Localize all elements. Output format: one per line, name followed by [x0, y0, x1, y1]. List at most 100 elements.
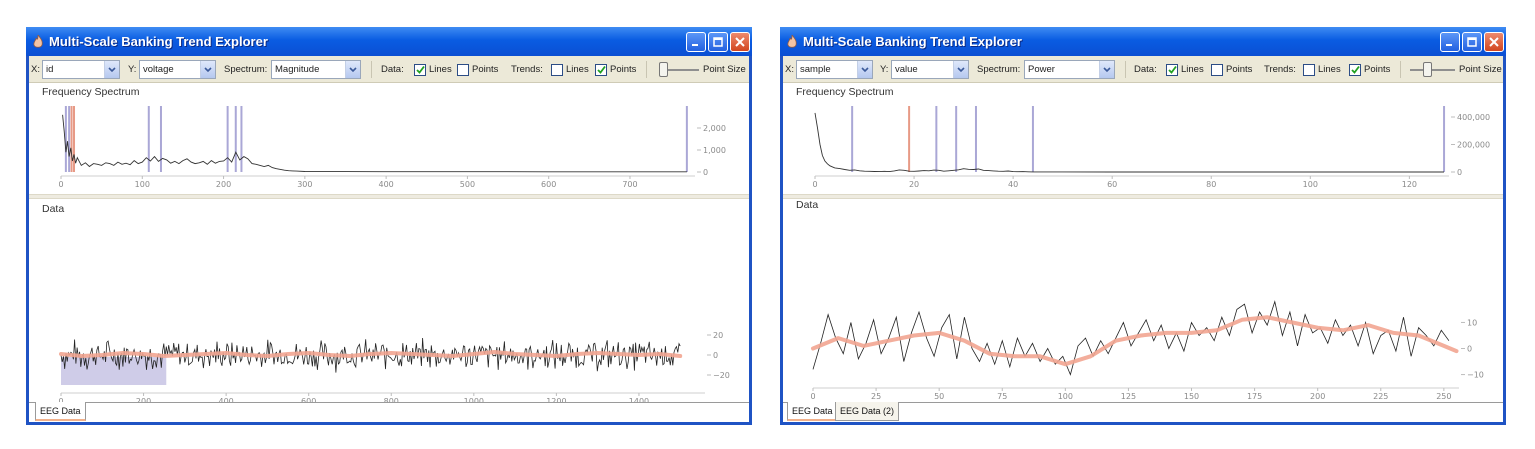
- y-tick-label: 1,000: [703, 146, 726, 155]
- close-icon: [735, 36, 745, 47]
- y-tick-label: 20: [713, 331, 723, 340]
- minimize-button[interactable]: [686, 31, 706, 52]
- chevron-down-icon: [345, 61, 360, 78]
- x-tick-label: 40: [1008, 180, 1018, 189]
- frequency-spectrum-chart[interactable]: 0 100 200 300 400 500 600 700 2,000 1,000 0: [29, 100, 749, 194]
- data-points-checkbox[interactable]: Points: [457, 56, 498, 83]
- close-icon: [1489, 36, 1499, 47]
- app-window-2: Multi-Scale Banking Trend Explorer X: sa…: [780, 27, 1506, 425]
- chevron-down-icon: [200, 61, 215, 78]
- x-tick-label: 20: [909, 180, 919, 189]
- tab-eeg-data-2[interactable]: EEG Data (2): [835, 402, 900, 421]
- toolbar: X: sample Y: value Spectrum: Power Data:…: [783, 56, 1503, 83]
- x-tick-label: 200: [216, 180, 231, 189]
- trends-lines-checkbox[interactable]: Lines: [1303, 56, 1341, 83]
- panel-divider[interactable]: [29, 194, 749, 199]
- x-tick-label: 400: [378, 180, 393, 189]
- x-tick-label: 175: [1247, 392, 1262, 401]
- toolbar-separator: [1400, 61, 1401, 78]
- data-chart[interactable]: 0 25 50 75 100 125 150 175 200 225 250100−10: [783, 213, 1503, 402]
- x-tick-label: 60: [1107, 180, 1117, 189]
- point-size-slider-track[interactable]: [1410, 69, 1455, 71]
- maximize-icon: [1467, 36, 1477, 47]
- x-tick-label: 80: [1206, 180, 1216, 189]
- minimize-icon: [1446, 43, 1452, 46]
- title-bar[interactable]: Multi-Scale Banking Trend Explorer: [780, 27, 1506, 56]
- tab-eeg-data[interactable]: EEG Data: [35, 402, 86, 421]
- y-axis-select[interactable]: value: [891, 60, 969, 79]
- point-size-label: Point Size: [703, 64, 746, 75]
- window-title: Multi-Scale Banking Trend Explorer: [49, 34, 268, 49]
- checkbox-unchecked-icon: [1303, 63, 1315, 76]
- frequency-spectrum-chart[interactable]: 0 20 40 60 80 100 120 400,000 200,000 0: [783, 100, 1503, 194]
- x-tick-label: 50: [934, 392, 944, 401]
- y-tick-label: −20: [713, 371, 730, 380]
- x-tick-label: 300: [297, 180, 312, 189]
- maximize-button[interactable]: [708, 31, 728, 52]
- window-title: Multi-Scale Banking Trend Explorer: [803, 34, 1022, 49]
- maximize-button[interactable]: [1462, 31, 1482, 52]
- x-tick-label: 0: [58, 180, 63, 189]
- data-label: Data:: [381, 64, 404, 75]
- data-lines-label: Lines: [1181, 64, 1204, 75]
- maximize-icon: [713, 36, 723, 47]
- trends-points-checkbox[interactable]: Points: [595, 56, 636, 83]
- x-axis-select[interactable]: id: [42, 60, 120, 79]
- data-lines-checkbox[interactable]: Lines: [1166, 56, 1204, 83]
- minimize-button[interactable]: [1440, 31, 1460, 52]
- trends-label: Trends:: [511, 64, 543, 75]
- app-flame-icon: [787, 34, 797, 48]
- close-button[interactable]: [730, 31, 750, 52]
- close-button[interactable]: [1484, 31, 1504, 52]
- app-flame-icon: [33, 34, 43, 48]
- y-axis-value: voltage: [143, 64, 174, 75]
- data-panel-label: Data: [796, 199, 819, 211]
- spectrum-select[interactable]: Power: [1024, 60, 1115, 79]
- app-window-1: Multi-Scale Banking Trend Explorer X: id…: [26, 27, 752, 425]
- y-axis-label: Y:: [128, 64, 137, 75]
- chevron-down-icon: [104, 61, 119, 78]
- y-tick-label: 2,000: [703, 124, 726, 133]
- y-tick-label: 400,000: [1457, 113, 1490, 122]
- data-label: Data:: [1134, 64, 1157, 75]
- x-tick-label: 500: [460, 180, 475, 189]
- trends-lines-checkbox[interactable]: Lines: [551, 56, 589, 83]
- checkbox-unchecked-icon: [1211, 63, 1223, 76]
- data-points-label: Points: [1226, 64, 1253, 75]
- x-tick-label: 225: [1373, 392, 1388, 401]
- x-tick-label: 200: [1310, 392, 1325, 401]
- x-tick-label: 250: [1436, 392, 1451, 401]
- panel-divider[interactable]: [783, 194, 1503, 199]
- trends-points-label: Points: [1364, 64, 1391, 75]
- data-chart[interactable]: 0 200 400 600 800 1000 1200 1400200−20: [29, 217, 749, 402]
- title-bar[interactable]: Multi-Scale Banking Trend Explorer: [26, 27, 752, 56]
- y-axis-select[interactable]: voltage: [139, 60, 216, 79]
- trends-lines-label: Lines: [1318, 64, 1341, 75]
- data-lines-checkbox[interactable]: Lines: [414, 56, 452, 83]
- x-axis-label: X:: [31, 64, 40, 75]
- x-tick-label: 700: [622, 180, 637, 189]
- frequency-spectrum-label: Frequency Spectrum: [796, 86, 894, 98]
- tab-eeg-data[interactable]: EEG Data: [787, 402, 838, 421]
- spectrum-select[interactable]: Magnitude: [271, 60, 361, 79]
- trend-points-line: [59, 350, 683, 358]
- toolbar: X: id Y: voltage Spectrum: Magnitude Dat…: [29, 56, 749, 83]
- point-size-label: Point Size: [1459, 64, 1502, 75]
- point-size-slider-thumb[interactable]: [1422, 62, 1432, 77]
- x-tick-label: 0: [812, 180, 817, 189]
- point-size-slider-thumb[interactable]: [659, 62, 668, 77]
- y-tick-label: 0: [703, 168, 708, 177]
- data-points-checkbox[interactable]: Points: [1211, 56, 1252, 83]
- trends-points-checkbox[interactable]: Points: [1349, 56, 1390, 83]
- checkbox-checked-icon: [414, 63, 426, 76]
- spectrum-value: Power: [1028, 64, 1055, 75]
- spectrum-label: Spectrum:: [224, 64, 268, 75]
- x-tick-label: 25: [871, 392, 881, 401]
- chevron-down-icon: [1099, 61, 1114, 78]
- x-axis-select[interactable]: sample: [796, 60, 873, 79]
- x-axis-value: sample: [800, 64, 831, 75]
- chevron-down-icon: [857, 61, 872, 78]
- toolbar-separator: [646, 61, 647, 78]
- y-tick-label: −10: [1467, 371, 1484, 380]
- y-axis-label: Y:: [880, 64, 889, 75]
